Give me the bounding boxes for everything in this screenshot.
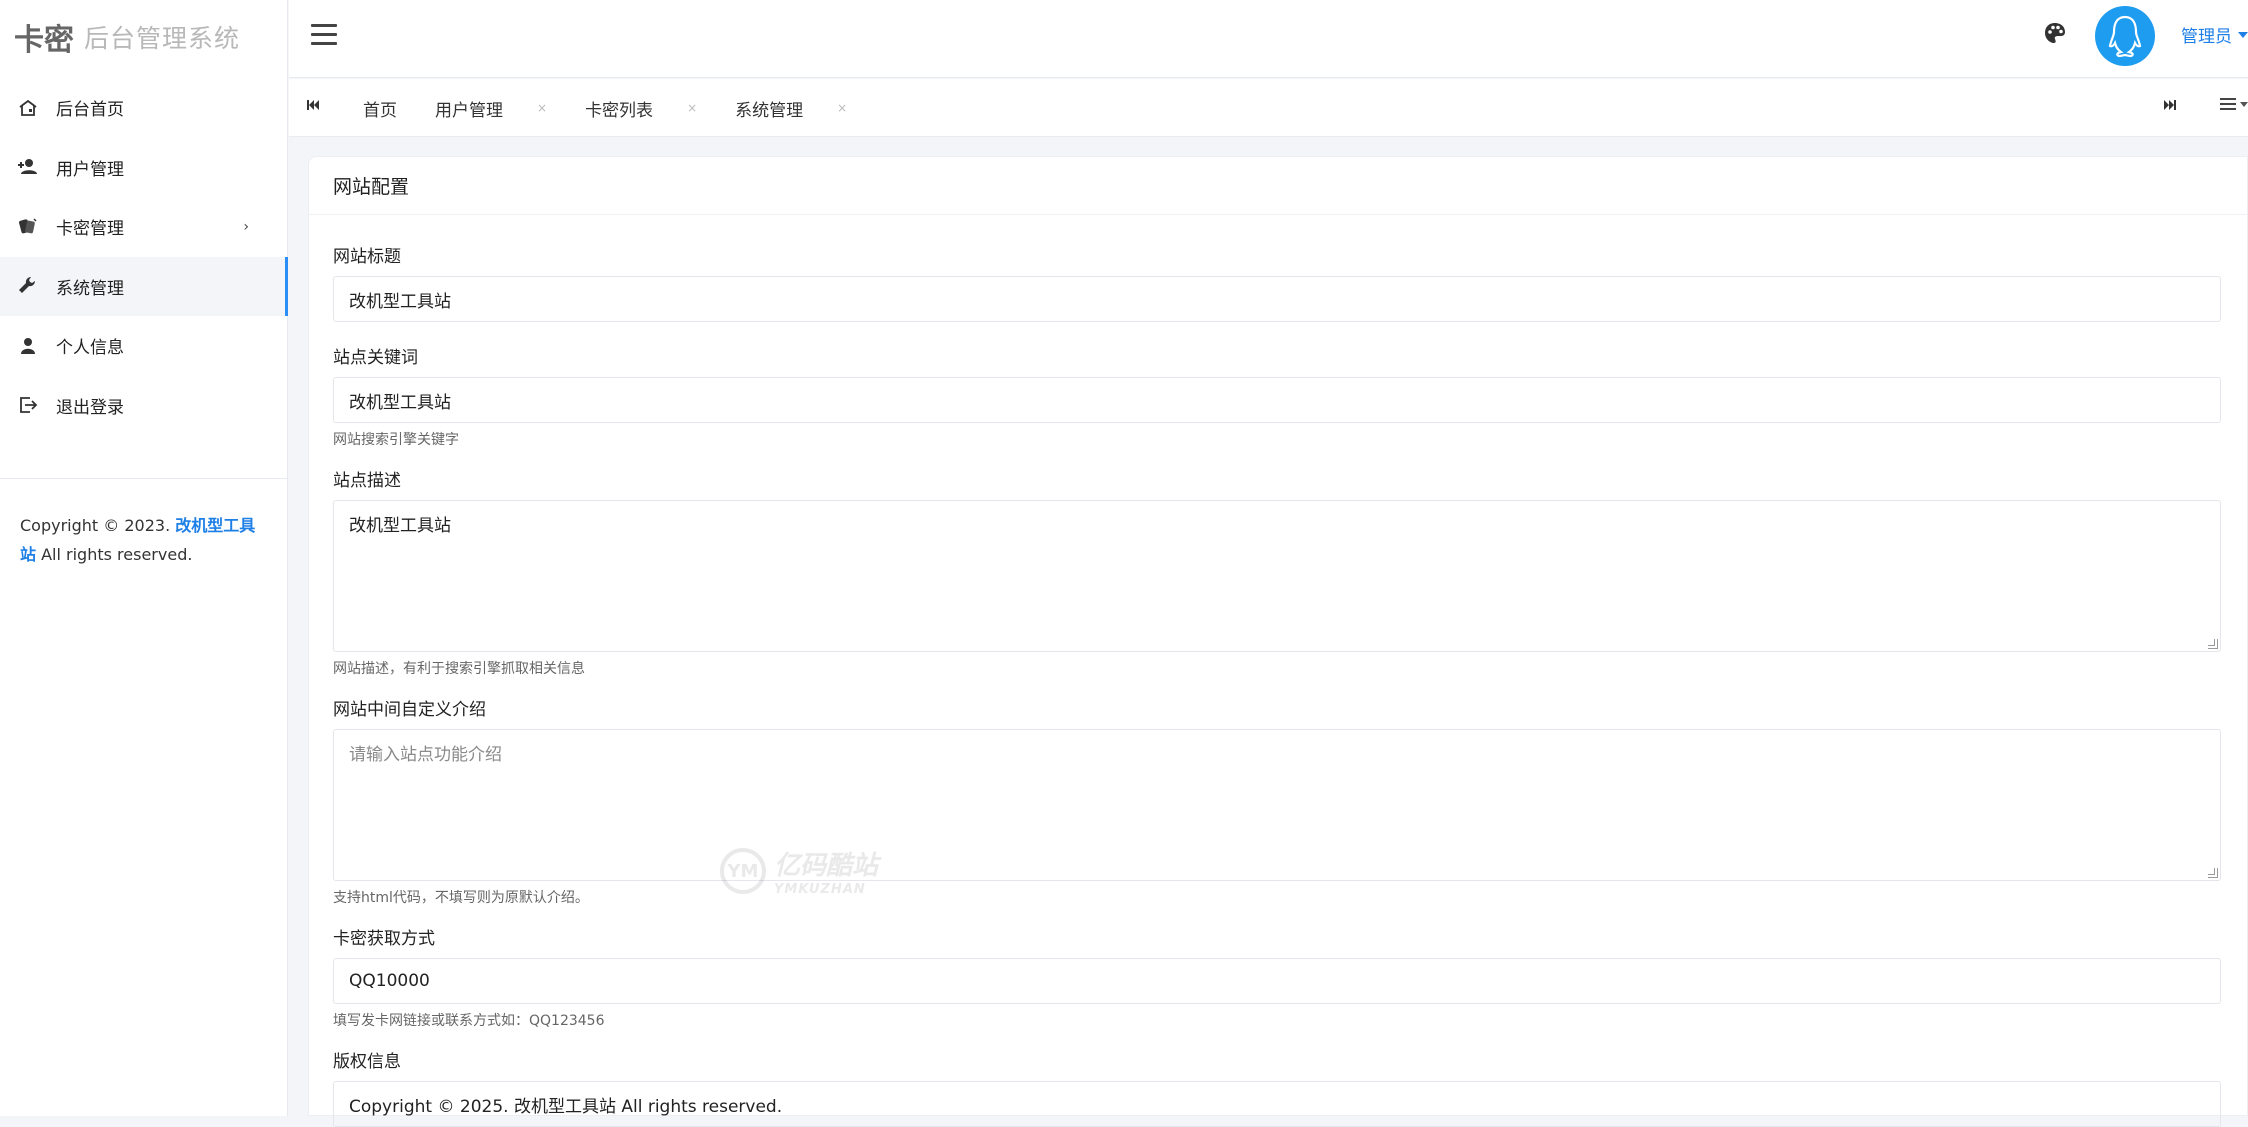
avatar[interactable]	[2095, 6, 2155, 66]
field-card-method: 卡密获取方式 QQ10000 填写发卡网链接或联系方式如：QQ123456	[333, 924, 2223, 1030]
watermark-logo: YM	[720, 848, 766, 894]
sidebar-item-home[interactable]: 后台首页	[0, 78, 287, 137]
cards-icon	[16, 215, 40, 239]
scroll-left-icon[interactable]	[307, 99, 319, 115]
close-icon[interactable]: ×	[687, 101, 697, 115]
chevron-right-icon: ›	[243, 218, 249, 235]
home-icon	[16, 96, 40, 120]
person-icon	[16, 334, 40, 358]
intro-textarea[interactable]: 请输入站点功能介绍	[333, 729, 2221, 881]
watermark: YM 亿码酷站 YMKUZHAN	[720, 845, 878, 897]
sidebar-item-label: 用户管理	[56, 159, 124, 180]
field-site-title: 网站标题 改机型工具站	[333, 242, 2223, 322]
sidebar-item-logout[interactable]: 退出登录	[0, 376, 287, 435]
resize-handle-icon[interactable]	[2208, 868, 2218, 878]
resize-handle-icon[interactable]	[2208, 639, 2218, 649]
sidebar-item-label: 退出登录	[56, 397, 124, 418]
card-method-label: 卡密获取方式	[333, 929, 435, 949]
copyright-suffix: All rights reserved.	[41, 544, 193, 564]
top-header: 管理员	[289, 0, 2248, 78]
tab-system[interactable]: 系统管理 ×	[735, 96, 847, 121]
site-title-input[interactable]: 改机型工具站	[333, 276, 2221, 322]
keywords-input[interactable]: 改机型工具站	[333, 377, 2221, 423]
intro-label: 网站中间自定义介绍	[333, 700, 486, 720]
palette-icon[interactable]	[2042, 20, 2068, 50]
sidebar-item-label: 卡密管理	[56, 219, 124, 239]
description-label: 站点描述	[333, 471, 401, 491]
brand-secondary: 后台管理系统	[84, 24, 241, 53]
wrench-icon	[16, 274, 40, 298]
card-method-help: 填写发卡网链接或联系方式如：QQ123456	[333, 1013, 605, 1029]
description-value: 改机型工具站	[349, 516, 451, 536]
description-textarea[interactable]: 改机型工具站	[333, 500, 2221, 652]
keywords-label: 站点关键词	[333, 348, 418, 368]
sidebar-item-label: 系统管理	[56, 278, 124, 299]
site-title-label: 网站标题	[333, 247, 401, 267]
description-help: 网站描述，有利于搜索引擎抓取相关信息	[333, 661, 585, 677]
sidebar: 卡密 后台管理系统 后台首页 用户管理 卡密管理 › 系统管理 个人信息 退出登…	[0, 0, 288, 1116]
field-keywords: 站点关键词 改机型工具站 网站搜索引擎关键字	[333, 343, 2223, 449]
caret-down-icon	[2238, 31, 2248, 38]
watermark-title: 亿码酷站	[774, 851, 879, 881]
list-icon	[2220, 98, 2236, 110]
watermark-text: 亿码酷站 YMKUZHAN	[774, 845, 878, 897]
close-icon[interactable]: ×	[537, 101, 547, 115]
sidebar-item-label: 个人信息	[56, 338, 124, 358]
sidebar-item-users[interactable]: 用户管理	[0, 138, 287, 197]
logout-icon	[16, 393, 40, 417]
tab-card-list[interactable]: 卡密列表 ×	[585, 96, 697, 121]
field-copyright: 版权信息 Copyright © 2025. 改机型工具站 All rights…	[333, 1047, 2223, 1127]
intro-help: 支持html代码，不填写则为原默认介绍。	[333, 890, 589, 906]
tab-label: 系统管理	[735, 100, 804, 121]
copyright-label: 版权信息	[333, 1052, 401, 1072]
tab-home[interactable]: 首页	[363, 96, 397, 121]
menu-toggle-icon[interactable]	[311, 24, 337, 46]
user-name: 管理员	[2181, 27, 2232, 47]
tab-label: 用户管理	[435, 100, 503, 121]
tab-label: 首页	[363, 100, 397, 121]
card-title: 网站配置	[309, 157, 2247, 215]
sidebar-copyright: Copyright © 2023. 改机型工具站 All rights rese…	[0, 479, 287, 569]
settings-card: 网站配置 网站标题 改机型工具站 站点关键词 改机型工具站 网站搜索引擎关键字 …	[308, 156, 2248, 1127]
sidebar-item-cards[interactable]: 卡密管理 ›	[0, 197, 287, 256]
close-icon[interactable]: ×	[837, 101, 847, 115]
tab-label: 卡密列表	[585, 100, 654, 121]
tab-options-menu[interactable]	[2220, 97, 2248, 111]
settings-form: 网站标题 改机型工具站 站点关键词 改机型工具站 网站搜索引擎关键字 站点描述 …	[309, 242, 2247, 1127]
brand-primary: 卡密	[14, 23, 74, 58]
field-description: 站点描述 改机型工具站 网站描述，有利于搜索引擎抓取相关信息	[333, 466, 2223, 678]
field-intro: 网站中间自定义介绍 请输入站点功能介绍 支持html代码，不填写则为原默认介绍。	[333, 695, 2223, 907]
sidebar-item-profile[interactable]: 个人信息	[0, 316, 287, 375]
scroll-right-icon[interactable]	[2164, 99, 2176, 115]
tab-bar: 首页 用户管理 × 卡密列表 × 系统管理 ×	[289, 79, 2248, 137]
user-menu[interactable]: 管理员	[2181, 22, 2248, 47]
copyright-input[interactable]: Copyright © 2025. 改机型工具站 All rights rese…	[333, 1081, 2221, 1127]
qq-penguin-icon	[2108, 15, 2142, 58]
user-add-icon	[16, 155, 40, 179]
brand-logo[interactable]: 卡密 后台管理系统	[0, 0, 287, 74]
copyright-prefix: Copyright © 2023.	[20, 515, 171, 535]
sidebar-item-system[interactable]: 系统管理	[0, 256, 288, 316]
keywords-help: 网站搜索引擎关键字	[333, 432, 459, 448]
card-method-input[interactable]: QQ10000	[333, 958, 2221, 1004]
tabs: 首页 用户管理 × 卡密列表 × 系统管理 ×	[363, 79, 885, 137]
sidebar-menu: 后台首页 用户管理 卡密管理 › 系统管理 个人信息 退出登录	[0, 78, 288, 435]
caret-down-icon	[2240, 101, 2248, 107]
sidebar-item-label: 后台首页	[56, 100, 124, 120]
intro-placeholder: 请输入站点功能介绍	[349, 745, 502, 765]
tab-users[interactable]: 用户管理 ×	[435, 96, 547, 121]
watermark-subtitle: YMKUZHAN	[774, 882, 866, 897]
